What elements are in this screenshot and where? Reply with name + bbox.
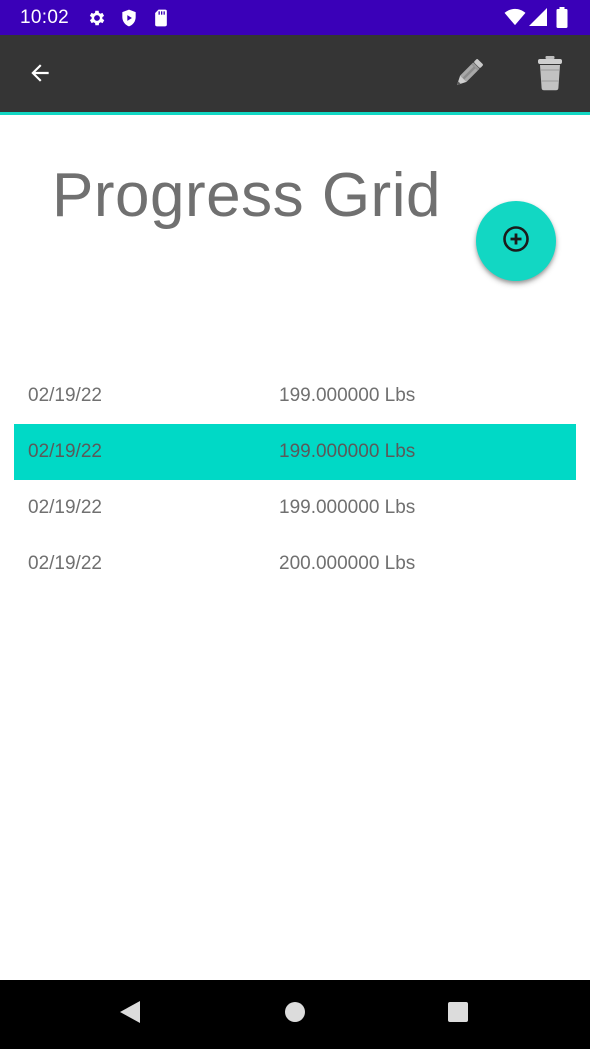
list-item[interactable]: 02/19/22 200.000000 Lbs <box>14 536 576 592</box>
entry-weight: 199.000000 Lbs <box>279 497 416 518</box>
nav-back-button[interactable] <box>90 980 170 1049</box>
toolbar-accent-line <box>0 112 590 115</box>
shield-play-icon <box>119 8 139 28</box>
nav-recents-button[interactable] <box>418 980 498 1049</box>
entry-date: 02/19/22 <box>28 441 102 462</box>
entry-date: 02/19/22 <box>28 385 102 406</box>
back-triangle-icon <box>119 1000 141 1029</box>
system-nav-bar <box>0 980 590 1049</box>
list-item-selected[interactable]: 02/19/22 199.000000 Lbs <box>14 424 576 480</box>
progress-list: 02/19/22 199.000000 Lbs 02/19/22 199.000… <box>14 368 576 592</box>
entry-weight: 199.000000 Lbs <box>279 441 416 462</box>
list-item[interactable]: 02/19/22 199.000000 Lbs <box>14 368 576 424</box>
toolbar <box>0 35 590 112</box>
wifi-icon <box>504 7 526 32</box>
back-button[interactable] <box>16 53 64 97</box>
page-title: Progress Grid <box>52 161 441 230</box>
battery-icon <box>556 7 568 33</box>
status-bar: 10:02 <box>0 0 590 35</box>
pencil-icon <box>449 53 489 98</box>
arrow-back-icon <box>27 60 53 91</box>
trash-icon <box>535 55 565 96</box>
screen: 10:02 Progress Grid 02/19/22 199.000000 … <box>0 0 590 1049</box>
add-entry-button[interactable] <box>476 201 556 281</box>
home-circle-icon <box>284 1001 306 1028</box>
entry-date: 02/19/22 <box>28 497 102 518</box>
plus-circle-icon <box>502 225 530 258</box>
entry-weight: 200.000000 Lbs <box>279 553 416 574</box>
entry-date: 02/19/22 <box>28 553 102 574</box>
entry-weight: 199.000000 Lbs <box>279 385 416 406</box>
edit-button[interactable] <box>444 51 494 99</box>
status-time: 10:02 <box>20 7 70 28</box>
list-item[interactable]: 02/19/22 199.000000 Lbs <box>14 480 576 536</box>
delete-button[interactable] <box>526 51 574 99</box>
cell-signal-icon <box>528 7 548 32</box>
sd-card-icon <box>151 8 171 28</box>
recents-square-icon <box>447 1001 469 1028</box>
gear-icon <box>87 8 107 28</box>
nav-home-button[interactable] <box>255 980 335 1049</box>
